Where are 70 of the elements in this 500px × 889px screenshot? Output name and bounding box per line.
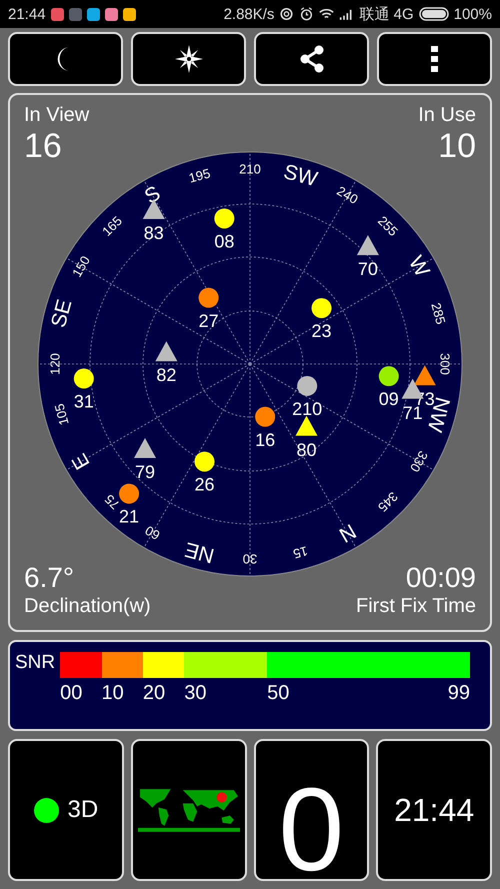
first-fix-value: 00:09 xyxy=(406,562,476,594)
snr-label: SNR xyxy=(15,652,56,674)
satellite-id: 26 xyxy=(194,474,215,495)
compass-label: 285 xyxy=(428,301,448,326)
satellite-id: 80 xyxy=(296,440,317,460)
satellite-id: 83 xyxy=(144,223,164,244)
satellite-id: 27 xyxy=(198,310,219,331)
satellite-id: 16 xyxy=(255,430,276,450)
compass-label: 300 xyxy=(438,353,453,375)
compass-label: 60 xyxy=(142,522,162,544)
compass-label: W xyxy=(404,252,434,281)
alarm-icon xyxy=(299,7,314,21)
compass-label: 165 xyxy=(99,213,126,240)
map-tile[interactable] xyxy=(130,739,246,881)
compass-label: SW xyxy=(281,160,320,192)
satellite-id: 82 xyxy=(156,365,176,386)
snr-tick: 99 xyxy=(448,682,470,705)
compass-label: 330 xyxy=(407,448,431,475)
compass-label: 240 xyxy=(334,183,361,207)
compass-label: 345 xyxy=(374,488,401,515)
in-view-count: 16 xyxy=(24,127,62,165)
more-button[interactable] xyxy=(377,32,492,86)
night-mode-button[interactable] xyxy=(8,32,123,86)
status-time: 21:44 xyxy=(8,6,46,22)
compass-label: 30 xyxy=(242,552,258,567)
compass-label: 195 xyxy=(187,166,212,186)
compass-label: NE xyxy=(182,537,217,568)
satellite-id: 79 xyxy=(134,462,156,482)
snr-tick: 00 xyxy=(60,682,82,705)
compass-label: E xyxy=(68,450,95,474)
satellite-id: 09 xyxy=(378,389,399,410)
compass-label: S xyxy=(140,182,164,209)
snr-tick: 50 xyxy=(267,682,290,705)
compass-label: 210 xyxy=(239,161,261,176)
in-use-label: In Use xyxy=(418,103,476,127)
first-fix-label: First Fix Time xyxy=(356,594,476,618)
satellite-id: 31 xyxy=(74,392,94,412)
compass-label: 255 xyxy=(374,213,401,240)
fix-label: 3D xyxy=(68,796,98,824)
compass-label: N xyxy=(335,519,360,547)
network-speed: 2.88K/s xyxy=(224,6,274,22)
speed-value: 0 xyxy=(278,771,344,879)
compass-button[interactable] xyxy=(131,32,246,86)
declination-value: 6.7° xyxy=(24,562,74,594)
satellite-id: 23 xyxy=(312,321,332,342)
declination-label: Declination(w) xyxy=(24,594,151,618)
clock-value: 21:44 xyxy=(394,792,474,828)
satellite-id: 21 xyxy=(119,506,140,527)
wifi-icon xyxy=(319,7,334,21)
in-view-label: In View xyxy=(24,103,90,127)
in-use-count: 10 xyxy=(438,127,476,165)
battery-icon xyxy=(418,7,449,21)
satellite-id: 70 xyxy=(358,259,378,280)
satellite-id: 210 xyxy=(292,398,322,419)
snr-tick: 10 xyxy=(102,682,124,705)
compass-label: 150 xyxy=(69,253,93,280)
compass-label: SE xyxy=(46,297,76,330)
snr-tick: 20 xyxy=(142,682,166,705)
snr-tick: 30 xyxy=(184,682,207,705)
compass-label: 105 xyxy=(52,402,72,427)
more-icon xyxy=(430,44,440,74)
hotspot-icon xyxy=(279,7,294,21)
carrier-label: 联通 4G xyxy=(359,4,414,24)
compass-label: 120 xyxy=(47,353,62,375)
share-button[interactable] xyxy=(254,32,369,86)
battery-percent: 100% xyxy=(454,6,492,22)
signal-icon xyxy=(339,7,354,21)
satellite-id: 08 xyxy=(214,231,234,252)
compass-label: 15 xyxy=(292,543,310,562)
compass-rose-icon xyxy=(174,44,204,74)
